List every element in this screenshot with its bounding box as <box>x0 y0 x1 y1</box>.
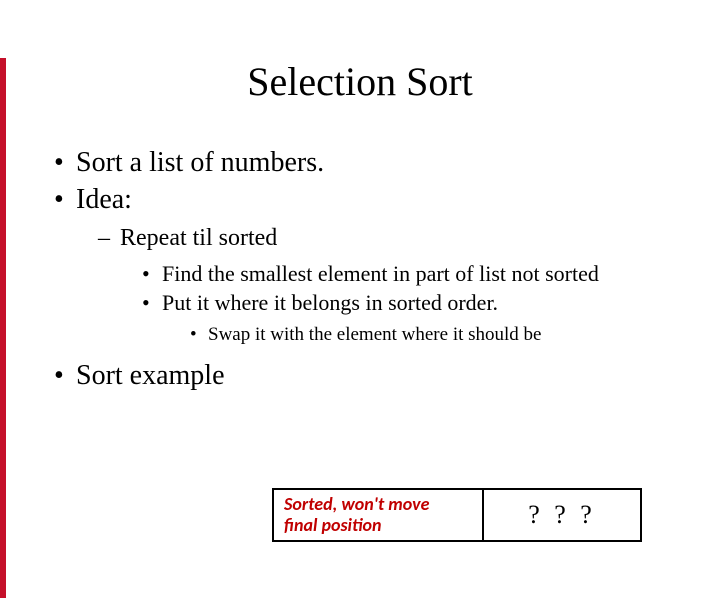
sort-diagram: Sorted, won't move final position ? ? ? <box>272 488 642 542</box>
slide-title: Selection Sort <box>0 58 720 105</box>
bullet-level0: •Idea: <box>54 182 680 217</box>
bullet-text: Sort a list of numbers. <box>76 147 324 178</box>
bullet-dash-icon: – <box>98 223 120 254</box>
bullet-text: Find the smallest element in part of lis… <box>162 261 599 286</box>
bullet-level2: •Find the smallest element in part of li… <box>142 260 680 289</box>
bullet-level0: •Sort example <box>54 358 680 393</box>
slide-body: •Sort a list of numbers. •Idea: –Repeat … <box>54 145 680 393</box>
bullet-text: Swap it with the element where it should… <box>208 324 541 345</box>
bullet-text: Repeat til sorted <box>120 225 277 251</box>
sorted-region-box: Sorted, won't move final position <box>272 488 484 542</box>
bullet-level2: •Put it where it belongs in sorted order… <box>142 289 680 318</box>
bullet-level3: •Swap it with the element where it shoul… <box>190 323 680 348</box>
bullet-text: Idea: <box>76 184 132 215</box>
sorted-label-line1: Sorted, won't move <box>284 493 429 515</box>
bullet-text: Sort example <box>76 360 225 391</box>
unsorted-label: ? ? ? <box>528 500 596 530</box>
slide-accent-strip <box>0 58 6 598</box>
bullet-level1: –Repeat til sorted <box>98 223 680 254</box>
sorted-label-line2: final position <box>284 514 382 536</box>
bullet-dot-icon: • <box>142 289 162 318</box>
bullet-dot-icon: • <box>190 323 208 348</box>
sorted-region-label: Sorted, won't move final position <box>284 494 429 535</box>
bullet-dot-icon: • <box>142 260 162 289</box>
bullet-dot-icon: • <box>54 145 76 180</box>
bullet-dot-icon: • <box>54 182 76 217</box>
bullet-level0: •Sort a list of numbers. <box>54 145 680 180</box>
bullet-text: Put it where it belongs in sorted order. <box>162 290 498 315</box>
unsorted-region-box: ? ? ? <box>484 488 642 542</box>
bullet-dot-icon: • <box>54 358 76 393</box>
